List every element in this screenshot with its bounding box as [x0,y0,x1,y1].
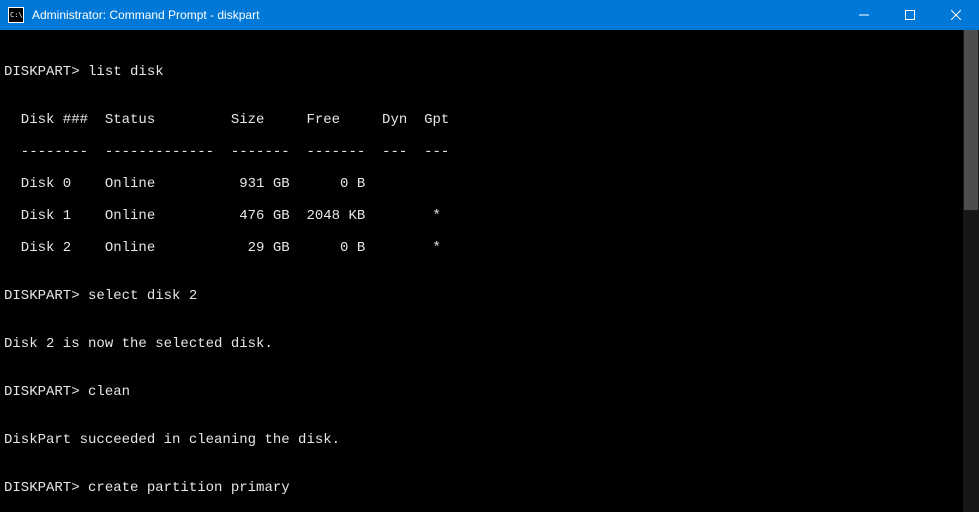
maximize-button[interactable] [887,0,933,30]
command-line: DISKPART> create partition primary [4,480,975,496]
command-text: list disk [88,64,164,80]
command-line: DISKPART> list disk [4,64,975,80]
table-row: Disk 1 Online 476 GB 2048 KB * [4,208,975,224]
command-text: create partition primary [88,480,290,496]
table-divider: -------- ------------- ------- ------- -… [4,144,975,160]
prompt: DISKPART> [4,384,88,400]
command-line: DISKPART> select disk 2 [4,288,975,304]
terminal-output[interactable]: DISKPART> list disk Disk ### Status Size… [0,30,979,512]
svg-text:C:\: C:\ [10,11,23,19]
output-message: DiskPart succeeded in cleaning the disk. [4,432,975,448]
scrollbar-thumb[interactable] [964,30,978,210]
window-title: Administrator: Command Prompt - diskpart [32,8,841,22]
prompt: DISKPART> [4,480,88,496]
output-message: Disk 2 is now the selected disk. [4,336,975,352]
minimize-button[interactable] [841,0,887,30]
prompt: DISKPART> [4,64,88,80]
table-row: Disk 2 Online 29 GB 0 B * [4,240,975,256]
close-button[interactable] [933,0,979,30]
prompt: DISKPART> [4,288,88,304]
command-line: DISKPART> clean [4,384,975,400]
table-row: Disk 0 Online 931 GB 0 B [4,176,975,192]
command-text: select disk 2 [88,288,197,304]
table-header: Disk ### Status Size Free Dyn Gpt [4,112,975,128]
titlebar: C:\ Administrator: Command Prompt - disk… [0,0,979,30]
command-text: clean [88,384,130,400]
cmd-icon: C:\ [8,7,24,23]
window-controls [841,0,979,30]
